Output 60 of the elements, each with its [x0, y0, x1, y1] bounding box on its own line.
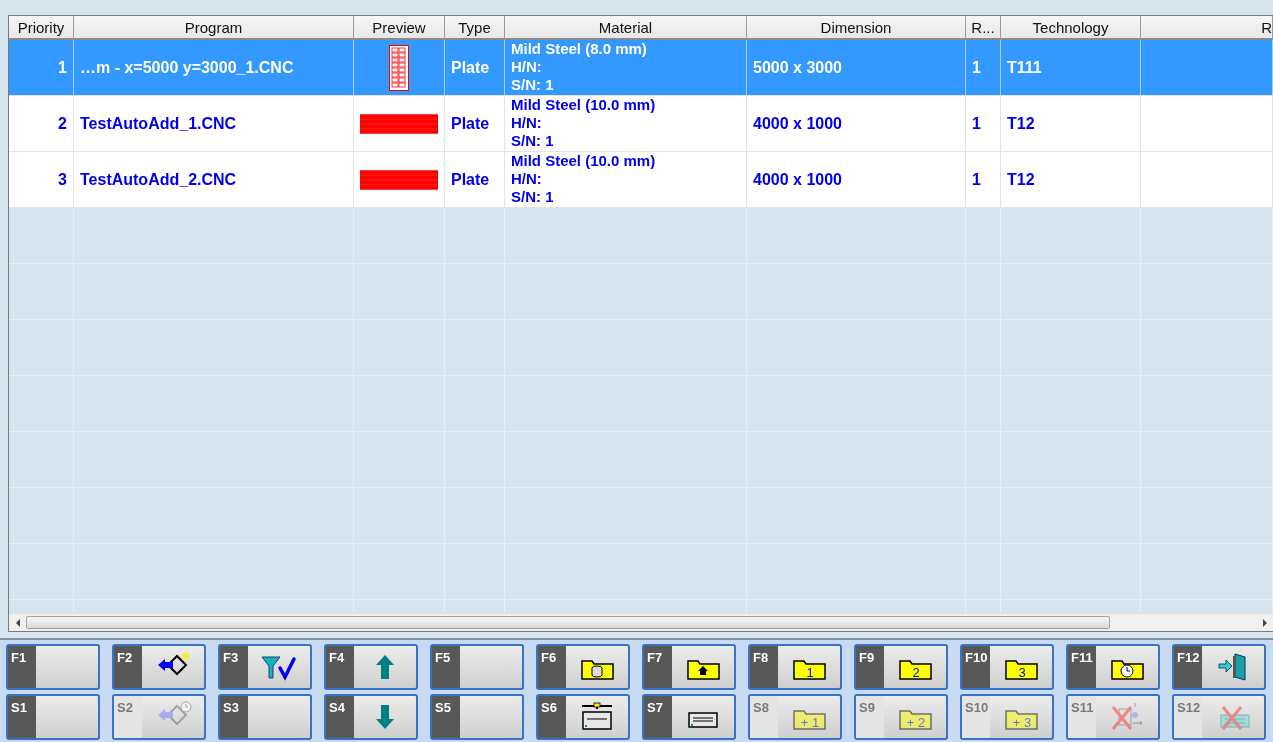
table-cell: 4000 x 1000 — [747, 152, 966, 207]
table-cell: 2 — [9, 96, 74, 151]
function-key-button[interactable]: F5 — [430, 644, 524, 690]
column-header[interactable]: R... — [966, 16, 1001, 40]
function-key-button[interactable]: S1 — [6, 694, 100, 740]
function-key-button[interactable]: S7 — [642, 694, 736, 740]
table-cell: TestAutoAdd_1.CNC — [74, 96, 354, 151]
function-key-button[interactable]: F11 — [1066, 644, 1160, 690]
function-key-button[interactable]: F12 — [1172, 644, 1266, 690]
table-row[interactable]: 2 TestAutoAdd_1.CNC Plate Mild Steel (10.0 mm) H/N: S/N: 1 4000 x 1000 1 T12 — [9, 96, 1273, 152]
function-key-button[interactable]: S5 — [430, 694, 524, 740]
material-text: Mild Steel (10.0 mm) — [511, 152, 657, 170]
table-row[interactable]: 3 TestAutoAdd_2.CNC Plate Mild Steel (10.0 mm) H/N: S/N: 1 4000 x 1000 1 T12 — [9, 152, 1273, 208]
column-header[interactable]: Preview — [354, 16, 445, 40]
function-key-button[interactable]: F6 — [536, 644, 630, 690]
material-text: Mild Steel (10.0 mm) — [511, 96, 657, 114]
function-key-button[interactable]: F1 — [6, 644, 100, 690]
table-cell: T12 — [1001, 152, 1141, 207]
column-header[interactable]: R — [1141, 16, 1273, 40]
function-key-button[interactable]: S6 — [536, 694, 630, 740]
function-key-button[interactable]: F4 — [324, 644, 418, 690]
function-key-button[interactable]: F3 — [218, 644, 312, 690]
table-cell: TestAutoAdd_2.CNC — [74, 152, 354, 207]
function-key-button[interactable]: F8 1 — [748, 644, 842, 690]
table-cell: T12 — [1001, 96, 1141, 151]
material-text: H/N: — [511, 114, 543, 132]
table-cell: 4000 x 1000 — [747, 96, 966, 151]
material-text: S/N: 1 — [511, 188, 555, 206]
function-key-button[interactable]: F2 — [112, 644, 206, 690]
table-cell: 5000 x 3000 — [747, 40, 966, 95]
table-cell: Plate — [445, 40, 505, 95]
scroll-right-arrow-icon[interactable] — [1261, 618, 1268, 627]
function-key-button[interactable]: F10 3 — [960, 644, 1054, 690]
material-text: S/N: 1 — [511, 132, 555, 150]
function-key-button[interactable]: S3 — [218, 694, 312, 740]
sheet-preview — [389, 44, 409, 91]
table-cell: 3 — [9, 152, 74, 207]
column-header[interactable]: Technology — [1001, 16, 1141, 40]
function-key-button[interactable]: F7 — [642, 644, 736, 690]
table-cell: 1 — [966, 96, 1001, 151]
table-cell: …m - x=5000 y=3000_1.CNC — [74, 40, 354, 95]
column-header[interactable]: Dimension — [747, 16, 966, 40]
table-cell: Plate — [445, 152, 505, 207]
function-key-button[interactable]: F9 2 — [854, 644, 948, 690]
material-text: S/N: 1 — [511, 76, 555, 94]
column-header[interactable]: Priority — [9, 16, 74, 40]
material-text: H/N: — [511, 170, 543, 188]
scroll-left-arrow-icon[interactable] — [14, 618, 21, 627]
column-header[interactable]: Type — [445, 16, 505, 40]
scrollbar-thumb[interactable] — [26, 616, 1110, 629]
column-header[interactable]: Program — [74, 16, 354, 40]
table-cell: Plate — [445, 96, 505, 151]
table-cell: 1 — [9, 40, 74, 95]
function-key-button[interactable]: S4 — [324, 694, 418, 740]
material-text: H/N: — [511, 58, 543, 76]
table-cell: 1 — [966, 152, 1001, 207]
column-header[interactable]: Material — [505, 16, 747, 40]
table-cell: 1 — [966, 40, 1001, 95]
material-text: Mild Steel (8.0 mm) — [511, 40, 648, 58]
table-cell: T111 — [1001, 40, 1141, 95]
